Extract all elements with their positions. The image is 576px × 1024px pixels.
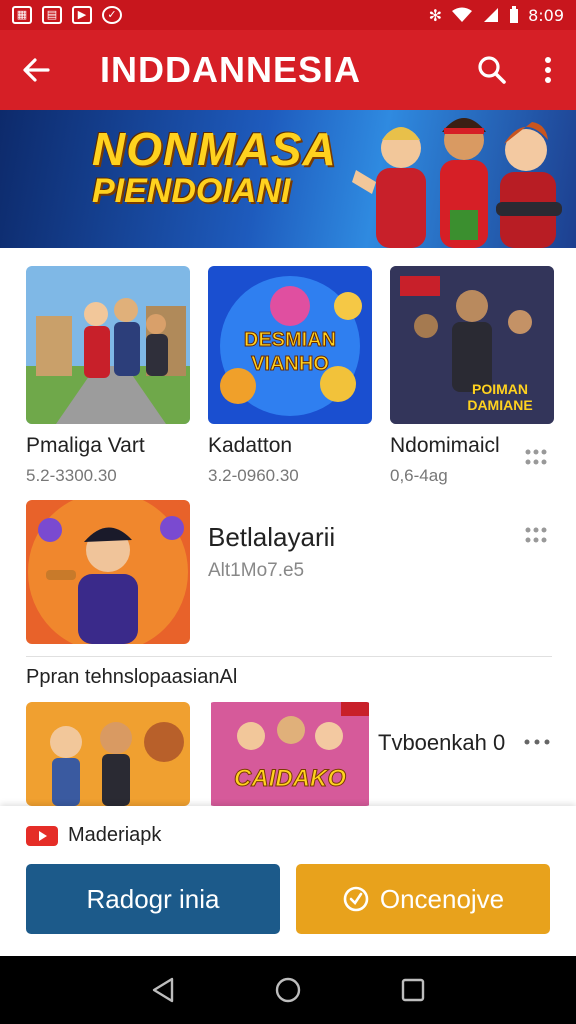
app-title: INDDANNESIA [100, 49, 362, 90]
featured-app-title: Betlalayarii [208, 522, 336, 552]
app-screen: ▦ ▤ ▶ ✓ ✻ 8:09 INDDANNESIA NONMASA PIEND… [0, 0, 576, 1024]
primary-action-button[interactable]: Radogr inia [26, 864, 280, 934]
overflow-menu-button[interactable] [520, 30, 576, 110]
app-thumbnail[interactable] [26, 266, 190, 424]
row-label: Tvboenkah 0 [378, 730, 506, 755]
thumbnail-art-text: CAIDAKO [234, 765, 346, 792]
square-recents-icon [402, 978, 425, 1002]
source-row: Maderiapk [26, 824, 161, 847]
system-nav-bar [0, 956, 576, 1024]
thumbnail-art-text: DESMIAN [244, 329, 336, 351]
section-divider [26, 656, 552, 657]
app-thumbnail[interactable] [26, 702, 190, 806]
app-card[interactable]: DESMIAN VIANHO Kadatton 3.2-0960.30 [208, 266, 372, 486]
search-icon [478, 56, 506, 84]
more-vert-icon [545, 57, 551, 83]
check-circle-icon [343, 886, 369, 912]
status-bar: ▦ ▤ ▶ ✓ ✻ 8:09 [0, 0, 576, 30]
promo-banner[interactable]: NONMASA PIENDOIANI [0, 110, 576, 248]
more-options-icon[interactable] [522, 446, 550, 474]
app-grid: Pmaliga Vart 5.2-3300.30 DESMIAN VIANHO … [26, 266, 554, 486]
app-title: Pmaliga Vart [26, 434, 145, 457]
section-title: Ppran tehnslopaasianAl [26, 666, 238, 688]
featured-app-item[interactable]: Betlalayarii Alt1Mo7.e5 [26, 500, 552, 646]
secondary-button-label: Oncenojve [379, 883, 505, 914]
video-icon: ▶ [72, 6, 92, 24]
bluetooth-icon: ✻ [428, 5, 443, 25]
featured-app-thumbnail[interactable] [26, 500, 190, 644]
source-label: Maderiapk [68, 824, 162, 846]
triangle-back-icon [152, 977, 173, 1003]
app-title: Kadatton [208, 434, 293, 457]
bottom-action-panel: Maderiapk Radogr inia Oncenojve [0, 806, 576, 956]
app-thumbnail[interactable]: POIMAN DAMIANE [390, 266, 554, 424]
messenger-icon: ✓ [102, 6, 122, 24]
more-options-icon[interactable] [522, 732, 552, 752]
svg-text:VIANHO: VIANHO [251, 353, 329, 375]
app-subtitle: 3.2-0960.30 [208, 466, 299, 485]
more-options-icon[interactable] [522, 524, 550, 552]
status-time: 8:09 [528, 5, 564, 25]
back-button[interactable] [0, 30, 72, 110]
nav-home-button[interactable] [268, 970, 308, 1010]
app-thumbnail[interactable]: CAIDAKO [208, 702, 372, 806]
svg-text:POIMAN: POIMAN [472, 381, 528, 397]
secondary-action-button[interactable]: Oncenojve [296, 864, 550, 934]
content-list[interactable]: Pmaliga Vart 5.2-3300.30 DESMIAN VIANHO … [0, 248, 576, 806]
banner-characters-illustration [352, 118, 562, 248]
image-icon: ▦ [12, 6, 32, 24]
nav-back-button[interactable] [143, 970, 183, 1010]
search-button[interactable] [464, 30, 520, 110]
app-subtitle: 5.2-3300.30 [26, 466, 117, 485]
banner-headline: NONMASA [92, 123, 337, 175]
arrow-left-icon [23, 58, 50, 82]
wifi-icon [452, 7, 473, 22]
gallery-icon: ▤ [42, 6, 62, 24]
app-bar: INDDANNESIA [0, 30, 576, 110]
nav-recents-button[interactable] [393, 970, 433, 1010]
battery-icon [510, 6, 519, 23]
featured-app-subtitle: Alt1Mo7.e5 [208, 560, 305, 581]
banner-subheadline: PIENDOIANI [92, 172, 291, 210]
signal-icon [484, 8, 499, 22]
app-card[interactable]: Pmaliga Vart 5.2-3300.30 [26, 266, 190, 486]
svg-text:DAMIANE: DAMIANE [467, 397, 532, 413]
circle-home-icon [275, 977, 301, 1003]
app-thumbnail[interactable]: DESMIAN VIANHO [208, 266, 372, 424]
youtube-icon [26, 825, 58, 846]
